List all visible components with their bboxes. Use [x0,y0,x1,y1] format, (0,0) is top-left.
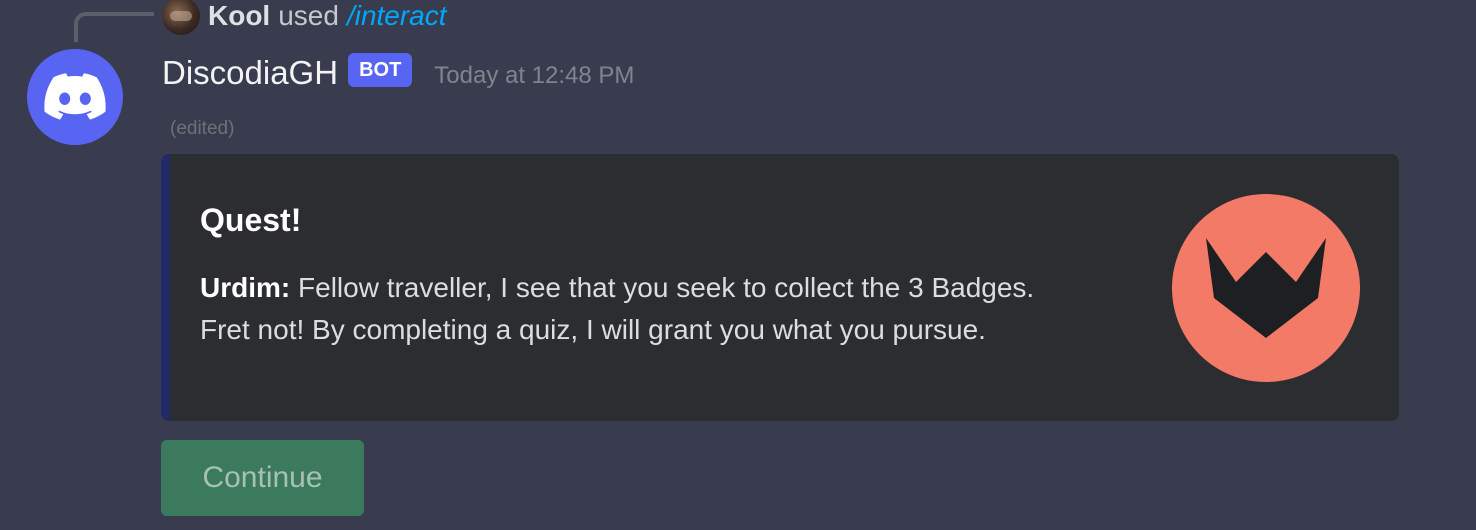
reply-connector-line [74,12,154,42]
speaker-name: Urdim: [200,272,291,303]
reply-username[interactable]: Kool [208,0,270,32]
quest-embed: Quest! Urdim: Fellow traveller, I see th… [161,154,1399,421]
continue-button[interactable]: Continue [161,440,364,516]
embed-description: Urdim: Fellow traveller, I see that you … [200,267,1140,351]
message-header: DiscodiaGH BOT Today at 12:48 PM [162,50,634,96]
command-reply-header: Kool used /interact [162,0,447,35]
reply-action-text: used [278,0,339,31]
embed-title: Quest! [200,202,302,238]
bot-avatar[interactable] [27,49,123,145]
speaker-line-text: Fellow traveller, I see that you seek to… [290,272,1035,303]
bot-username[interactable]: DiscodiaGH [162,54,338,92]
chat-message-area: Kool used /interact DiscodiaGH BOT Today… [0,0,1476,530]
bot-tag-badge: BOT [348,53,413,87]
embed-thumbnail[interactable] [1172,194,1360,382]
edited-indicator: (edited) [170,118,235,139]
discord-logo-icon [44,73,106,120]
reply-command-link[interactable]: /interact [347,0,447,32]
embed-description-line-1: Urdim: Fellow traveller, I see that you … [200,267,1140,309]
message-timestamp[interactable]: Today at 12:48 PM [434,62,634,90]
reply-user-avatar[interactable] [162,0,200,35]
chevron-emblem-icon [1206,238,1326,338]
embed-description-line-2: Fret not! By completing a quiz, I will g… [200,314,986,345]
